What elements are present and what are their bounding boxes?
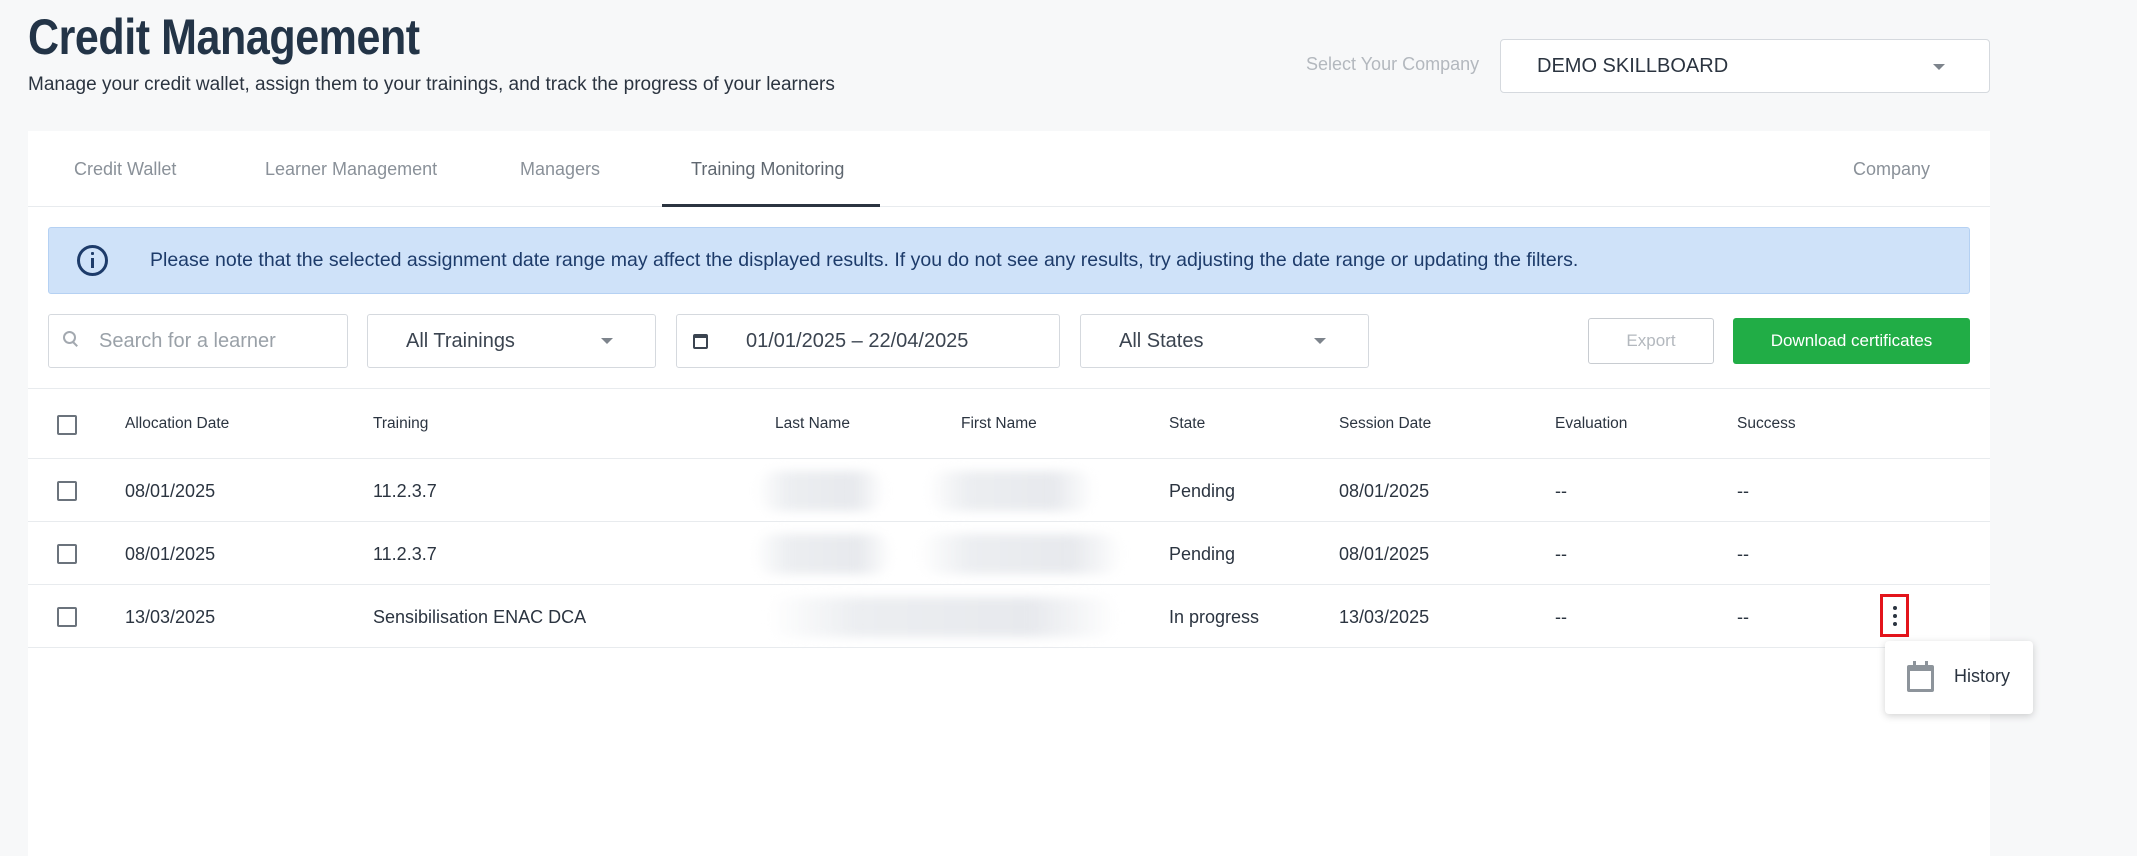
column-header[interactable]: Session Date — [1339, 415, 1431, 433]
evaluation-cell: -- — [1555, 481, 1567, 501]
success-cell: -- — [1737, 544, 1749, 564]
column-header[interactable]: Evaluation — [1555, 415, 1627, 433]
menu-item-history[interactable]: History — [1885, 641, 2033, 714]
page-title: Credit Management — [28, 9, 420, 65]
table-header: Allocation Date Training Last Name First… — [28, 388, 1990, 459]
redacted-first-name — [918, 534, 1123, 574]
success-cell: -- — [1737, 481, 1749, 501]
tab-credit-wallet[interactable]: Credit Wallet — [74, 131, 176, 207]
calendar-icon — [1907, 661, 1934, 692]
tab-learner-management[interactable]: Learner Management — [265, 131, 437, 207]
redacted-last-name — [756, 471, 886, 511]
company-select-value: DEMO SKILLBOARD — [1537, 54, 1729, 77]
column-header[interactable]: Success — [1737, 415, 1796, 433]
date-range-picker[interactable]: 01/01/2025 – 22/04/2025 — [676, 314, 1060, 368]
allocation-date-cell: 13/03/2025 — [125, 607, 216, 627]
download-certificates-button[interactable]: Download certificates — [1733, 318, 1970, 364]
learner-search-box — [48, 314, 348, 368]
redacted-first-name — [926, 471, 1096, 511]
menu-item-label: History — [1954, 666, 2011, 686]
session-date-cell: 08/01/2025 — [1339, 481, 1430, 501]
session-date-cell: 08/01/2025 — [1339, 544, 1430, 564]
page-subtitle: Manage your credit wallet, assign them t… — [28, 74, 835, 95]
chevron-down-icon — [1933, 64, 1945, 70]
date-range-notice: Please note that the selected assignment… — [48, 227, 1970, 294]
redacted-learner-name — [768, 597, 1118, 637]
export-button[interactable]: Export — [1588, 318, 1714, 364]
chevron-down-icon — [601, 338, 613, 344]
trainings-filter-value: All Trainings — [406, 329, 515, 352]
learner-search-input[interactable] — [99, 315, 339, 367]
states-filter[interactable]: All States — [1080, 314, 1369, 368]
row-checkbox[interactable] — [57, 544, 77, 564]
evaluation-cell: -- — [1555, 607, 1567, 627]
state-cell: Pending — [1169, 544, 1236, 564]
notice-text: Please note that the selected assignment… — [150, 249, 1579, 271]
training-cell: 11.2.3.7 — [373, 544, 437, 564]
tab-training-monitoring[interactable]: Training Monitoring — [691, 131, 844, 207]
allocation-date-cell: 08/01/2025 — [125, 481, 216, 501]
row-actions-menu: History — [1885, 641, 2033, 714]
column-header[interactable]: First Name — [961, 415, 1037, 433]
active-tab-indicator — [662, 204, 880, 207]
table-row[interactable]: 08/01/2025 11.2.3.7 Pending 08/01/2025 -… — [28, 522, 1990, 585]
success-cell: -- — [1737, 607, 1749, 627]
trainings-filter[interactable]: All Trainings — [367, 314, 656, 368]
state-cell: In progress — [1169, 607, 1260, 627]
state-cell: Pending — [1169, 481, 1236, 501]
column-header[interactable]: Allocation Date — [125, 415, 229, 433]
column-header[interactable]: State — [1169, 415, 1205, 433]
allocation-date-cell: 08/01/2025 — [125, 544, 216, 564]
row-checkbox[interactable] — [57, 607, 77, 627]
search-icon — [63, 331, 78, 346]
company-select-label: Select Your Company — [1306, 54, 1480, 74]
row-checkbox[interactable] — [57, 481, 77, 501]
row-actions-button[interactable] — [1880, 594, 1909, 637]
column-header[interactable]: Last Name — [775, 415, 850, 433]
more-vertical-icon — [1893, 606, 1897, 610]
column-header[interactable]: Training — [373, 415, 428, 433]
company-select[interactable]: DEMO SKILLBOARD — [1500, 39, 1990, 93]
training-cell: 11.2.3.7 — [373, 481, 437, 501]
date-range-value: 01/01/2025 – 22/04/2025 — [746, 329, 969, 352]
states-filter-value: All States — [1119, 329, 1204, 352]
training-cell: Sensibilisation ENAC DCA — [373, 607, 587, 627]
evaluation-cell: -- — [1555, 544, 1567, 564]
info-icon — [77, 245, 108, 276]
calendar-icon — [693, 334, 708, 349]
tab-company[interactable]: Company — [1853, 131, 1930, 207]
main-card: Credit Wallet Learner Management Manager… — [28, 131, 1990, 856]
tab-bar: Credit Wallet Learner Management Manager… — [28, 131, 1990, 207]
chevron-down-icon — [1314, 338, 1326, 344]
session-date-cell: 13/03/2025 — [1339, 607, 1430, 627]
redacted-last-name — [753, 534, 893, 574]
table-row[interactable]: 13/03/2025 Sensibilisation ENAC DCA In p… — [28, 585, 1990, 648]
tab-managers[interactable]: Managers — [520, 131, 600, 207]
select-all-checkbox[interactable] — [57, 415, 77, 435]
table-row[interactable]: 08/01/2025 11.2.3.7 Pending 08/01/2025 -… — [28, 459, 1990, 522]
